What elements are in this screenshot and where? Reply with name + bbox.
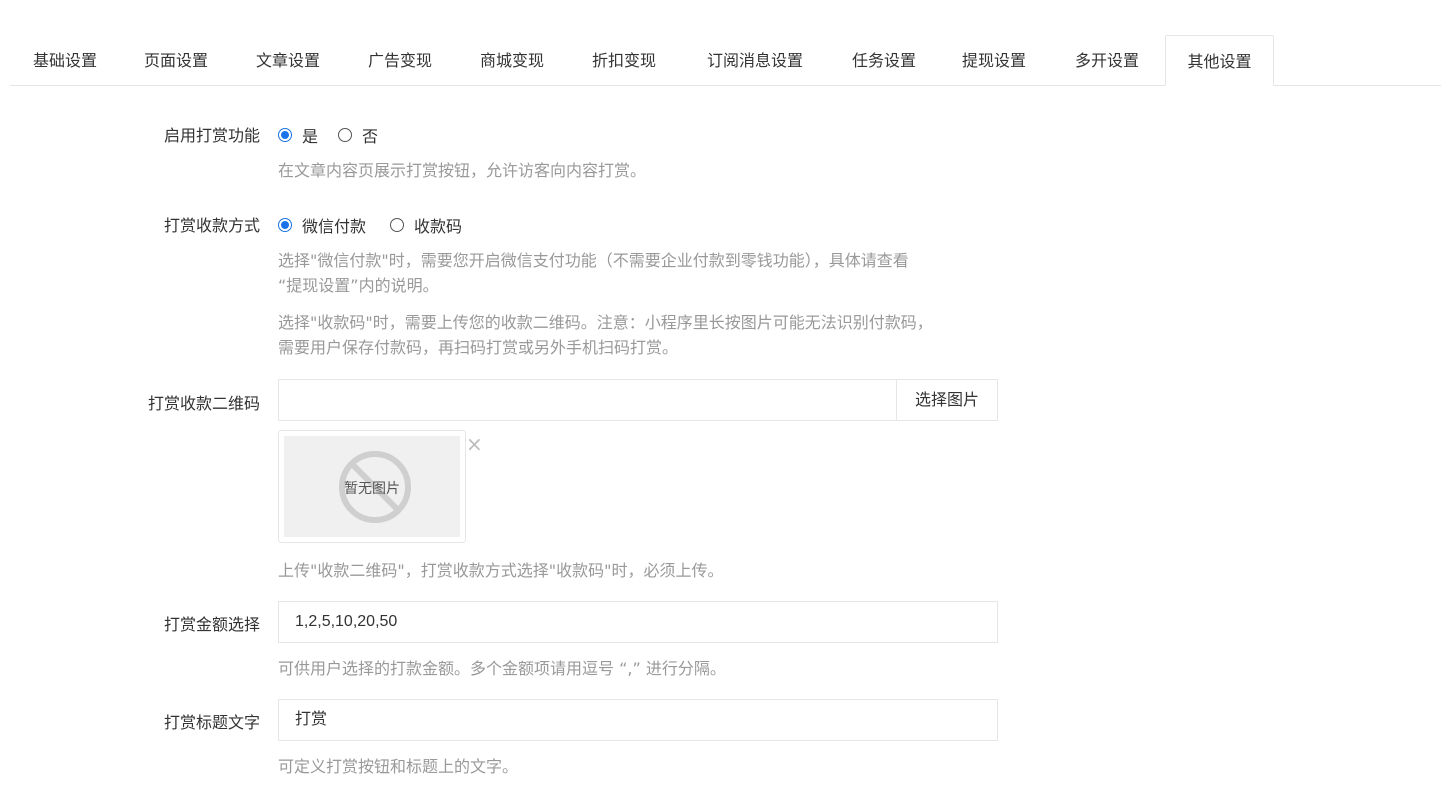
reward-title-input[interactable]: 打赏	[278, 699, 998, 741]
reward-title-label: 打赏标题文字	[163, 713, 260, 732]
reward-amounts-help: 可供用户选择的打款金额。多个金额项请用逗号 “,” 进行分隔。	[278, 659, 726, 678]
reward-enable-yes-radio[interactable]: 是	[278, 123, 318, 147]
tab-page-settings[interactable]: 页面设置	[120, 35, 232, 86]
reward-method-label: 打赏收款方式	[163, 216, 260, 235]
reward-amounts-label: 打赏金额选择	[163, 615, 260, 634]
tab-ad-monetization[interactable]: 广告变现	[344, 35, 456, 86]
reward-qrcode-help: 上传"收款二维码"，打赏收款方式选择"收款码"时，必须上传。	[278, 561, 724, 580]
reward-method-help-qrcode-line2: 需要用户保存付款码，再扫码打赏或另外手机扫码打赏。	[278, 338, 679, 357]
radio-unchecked-indicator	[338, 128, 352, 142]
reward-method-wechat-radio[interactable]: 微信付款	[278, 213, 366, 237]
radio-unchecked-indicator	[390, 218, 404, 232]
no-image-text: 暂无图片	[344, 481, 400, 497]
reward-enable-help: 在文章内容页展示打赏按钮，允许访客向内容打赏。	[278, 161, 647, 180]
settings-tabs: 基础设置 页面设置 文章设置 广告变现 商城变现 折扣变现 订阅消息设置 任务设…	[10, 35, 1441, 86]
qrcode-preview: 暂无图片	[278, 430, 466, 543]
tab-other-settings[interactable]: 其他设置	[1165, 35, 1274, 86]
reward-method-help-wechat-line1: 选择"微信付款"时，需要您开启微信支付功能（不需要企业付款到零钱功能），具体请查…	[278, 251, 909, 270]
radio-label: 否	[362, 127, 379, 146]
tab-task-settings[interactable]: 任务设置	[830, 35, 938, 86]
reward-method-qrcode-radio[interactable]: 收款码	[390, 213, 462, 237]
reward-title-help: 可定义打赏按钮和标题上的文字。	[278, 757, 519, 776]
reward-enable-no-radio[interactable]: 否	[338, 123, 378, 147]
reward-method-help-qrcode-line1: 选择"收款码"时，需要上传您的收款二维码。注意：小程序里长按图片可能无法识别付款…	[278, 313, 933, 332]
select-image-button[interactable]: 选择图片	[896, 379, 998, 421]
qrcode-preview-placeholder: 暂无图片	[284, 436, 460, 537]
tab-multi-open-settings[interactable]: 多开设置	[1050, 35, 1164, 86]
radio-checked-indicator	[278, 218, 292, 232]
radio-label: 微信付款	[302, 217, 367, 236]
radio-label: 收款码	[414, 217, 463, 236]
tab-subscription-message-settings[interactable]: 订阅消息设置	[680, 35, 830, 86]
reward-enable-label: 启用打赏功能	[163, 126, 260, 145]
tab-withdraw-settings[interactable]: 提现设置	[938, 35, 1050, 86]
tab-mall-monetization[interactable]: 商城变现	[456, 35, 568, 86]
radio-checked-indicator	[278, 128, 292, 142]
remove-image-icon[interactable]: ×	[466, 432, 483, 456]
tab-basic-settings[interactable]: 基础设置	[10, 35, 120, 86]
reward-amounts-input[interactable]: 1,2,5,10,20,50	[278, 601, 998, 643]
reward-qrcode-label: 打赏收款二维码	[147, 394, 260, 413]
radio-label: 是	[302, 127, 319, 146]
reward-method-help-wechat-line2: “提现设置”内的说明。	[278, 276, 439, 295]
reward-qrcode-input[interactable]	[278, 379, 897, 421]
tab-article-settings[interactable]: 文章设置	[232, 35, 344, 86]
tab-discount-monetization[interactable]: 折扣变现	[568, 35, 680, 86]
